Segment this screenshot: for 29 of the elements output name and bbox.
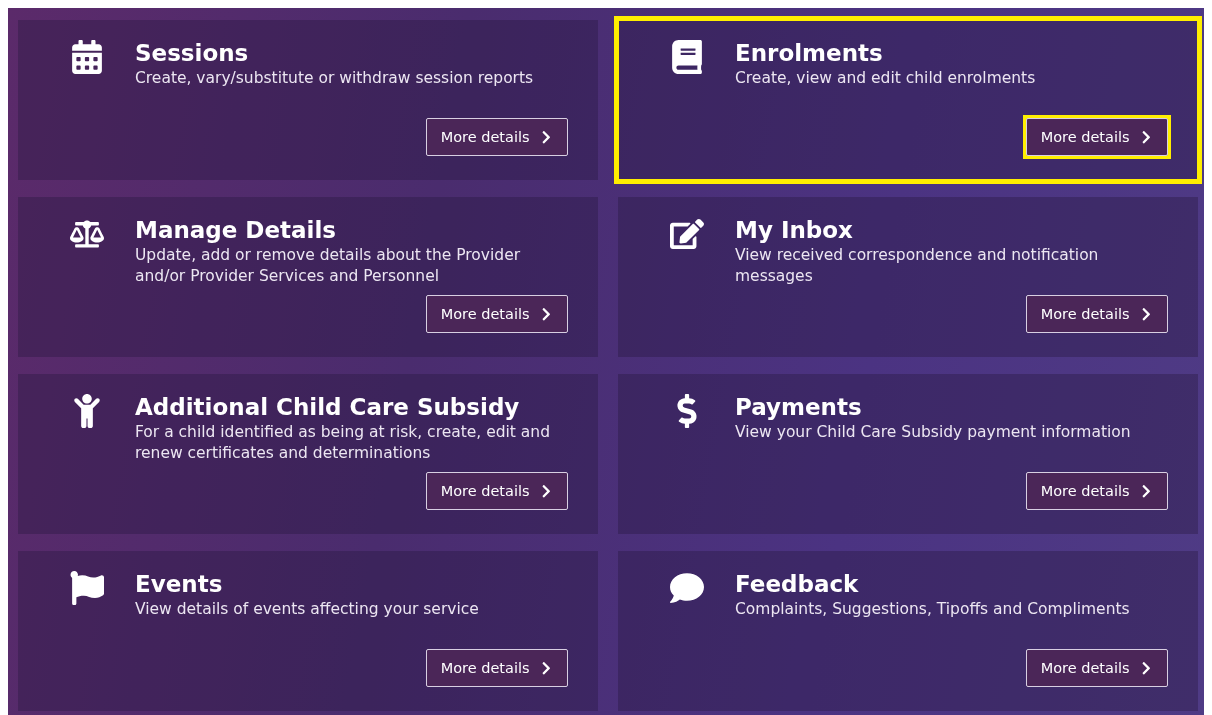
card-description: For a child identified as being at risk, create, edit and renew certificates and determinations [135,422,551,464]
card-description: Update, add or remove details about the Provider and/or Provider Services and Personnel [135,245,522,287]
card-description: View received correspondence and notification messages [735,245,1100,287]
more-details-button[interactable]: More details [1025,295,1168,333]
more-details-button[interactable]: More details [1025,118,1168,156]
more-details-button[interactable]: More details [1025,649,1168,687]
card-title: My Inbox [735,216,854,245]
card-title: Enrolments [735,39,884,68]
more-details-button[interactable]: More details [425,472,568,510]
card-title: Additional Child Care Subsidy [135,393,521,422]
more-details-button[interactable]: More details [425,118,568,156]
calendar-icon [69,40,104,74]
book-icon [669,40,704,74]
speech-bubble-icon [669,571,704,605]
more-details-button[interactable]: More details [425,295,568,333]
more-details-button[interactable]: More details [1025,472,1168,510]
card-title: Sessions [135,39,250,68]
card-title: Feedback [735,570,860,599]
card-description: Create, view and edit child enrolments [735,68,1037,89]
card-description: View details of events affecting your service [135,599,480,620]
card-title: Manage Details [135,216,338,245]
more-details-button[interactable]: More details [425,649,568,687]
flag-icon [69,571,104,605]
card-description: Create, vary/substitute or withdraw session reports [135,68,535,89]
card-title: Events [135,570,224,599]
card-description: Complaints, Suggestions, Tipoffs and Compliments [735,599,1131,620]
edit-icon [669,217,704,251]
card-title: Payments [735,393,863,422]
card-description: View your Child Care Subsidy payment information [735,422,1132,443]
